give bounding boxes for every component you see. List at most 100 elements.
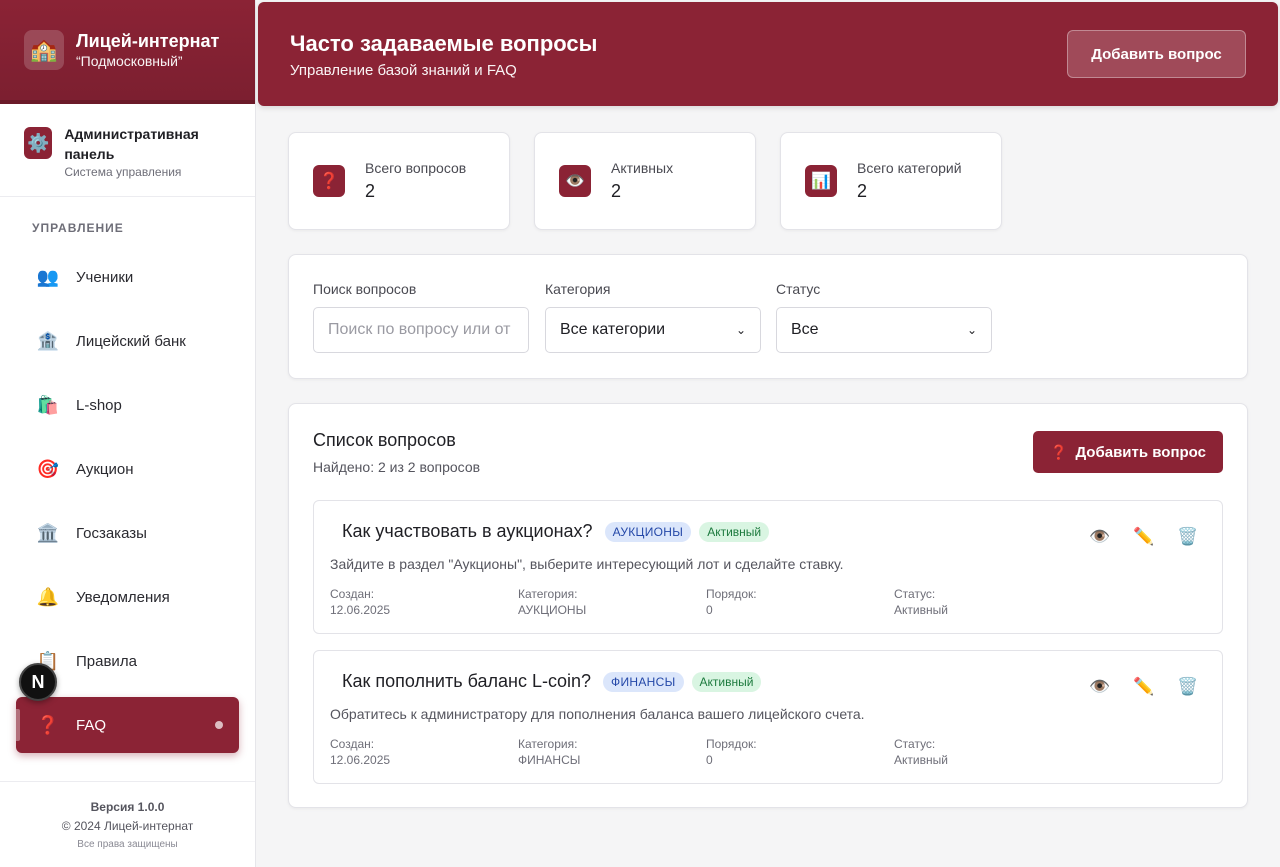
meta-value: 12.06.2025 xyxy=(330,603,391,617)
meta-label: Статус: xyxy=(894,737,936,751)
meta-category: Категория: ФИНАНСЫ xyxy=(518,736,580,768)
sidebar-item-gov-orders[interactable]: 🏛️ Госзаказы xyxy=(16,505,239,561)
sidebar-item-l-shop[interactable]: 🛍️ L-shop xyxy=(16,377,239,433)
question-icon: ❓ xyxy=(1050,443,1068,460)
meta-status: Статус: Активный xyxy=(894,586,948,618)
add-question-button[interactable]: ❓ Добавить вопрос xyxy=(1033,431,1223,473)
rights-text: Все права защищены xyxy=(77,839,178,850)
meta-order: Порядок: 0 xyxy=(706,736,757,768)
sidebar-item-label: FAQ xyxy=(76,716,107,734)
page-title: Часто задаваемые вопросы xyxy=(290,30,598,56)
status-badge: Активный xyxy=(699,521,770,542)
question-answer: Зайдите в раздел "Аукционы", выберите ин… xyxy=(330,556,844,572)
eye-icon[interactable]: 👁️ xyxy=(1088,525,1112,549)
status-select[interactable]: Все ⌄ xyxy=(776,307,992,353)
sidebar-item-label: Правила xyxy=(76,652,137,670)
sidebar-item-faq[interactable]: ❓ FAQ xyxy=(16,697,239,753)
users-icon: 👥 xyxy=(36,266,60,287)
status-label: Статус xyxy=(776,281,821,297)
dev-tools-n-button[interactable]: N xyxy=(19,663,57,701)
search-label: Поиск вопросов xyxy=(313,281,417,297)
category-select[interactable]: Все категории ⌄ xyxy=(545,307,761,353)
search-input[interactable]: Поиск по вопросу или от xyxy=(313,307,529,353)
sidebar-item-label: Аукцион xyxy=(76,460,134,478)
question-icon: ❓ xyxy=(313,165,345,197)
nav-section-label: УПРАВЛЕНИЕ xyxy=(32,221,124,235)
sidebar-item-auction[interactable]: 🎯 Аукцион xyxy=(16,441,239,497)
filters-panel: Поиск вопросов Поиск по вопросу или от К… xyxy=(288,254,1248,379)
status-badge: Активный xyxy=(691,671,762,692)
category-select-value: Все категории xyxy=(560,321,666,338)
stat-card-active: 👁️ Активных 2 xyxy=(534,132,756,230)
bell-icon: 🔔 xyxy=(36,586,60,607)
brand-title: Лицей-интернат xyxy=(76,31,220,51)
page-subtitle: Управление базой знаний и FAQ xyxy=(290,61,517,79)
stat-card-categories: 📊 Всего категорий 2 xyxy=(780,132,1002,230)
chart-icon: 📊 xyxy=(805,165,837,197)
stat-value: 2 xyxy=(611,181,622,201)
question-card: Как пополнить баланс L-coin? ФИНАНСЫ Акт… xyxy=(313,650,1223,784)
meta-value: 12.06.2025 xyxy=(330,753,391,767)
meta-label: Порядок: xyxy=(706,737,757,751)
sidebar-item-label: Уведомления xyxy=(76,588,170,606)
meta-value: ФИНАНСЫ xyxy=(518,753,581,767)
list-found-count: Найдено: 2 из 2 вопросов xyxy=(313,459,481,475)
eye-icon[interactable]: 👁️ xyxy=(1088,675,1112,699)
bank-icon: 🏦 xyxy=(36,330,60,351)
meta-label: Создан: xyxy=(330,587,375,601)
meta-label: Создан: xyxy=(330,737,375,751)
sidebar: 🏫 Лицей-интернат “Подмосковный” ⚙️ Админ… xyxy=(0,0,256,867)
admin-panel-info: ⚙️ Административная панель Система управ… xyxy=(0,104,255,197)
trash-icon[interactable]: 🗑️ xyxy=(1176,525,1200,549)
eye-icon: 👁️ xyxy=(559,165,591,197)
sidebar-item-notifications[interactable]: 🔔 Уведомления xyxy=(16,569,239,625)
chevron-down-icon: ⌄ xyxy=(735,323,746,337)
meta-value: АУКЦИОНЫ xyxy=(518,603,587,617)
gear-icon: ⚙️ xyxy=(24,127,53,159)
admin-subtitle: Система управления xyxy=(64,165,182,179)
sidebar-item-label: Госзаказы xyxy=(76,524,147,542)
sidebar-item-label: L-shop xyxy=(76,396,122,414)
brand-subtitle: “Подмосковный” xyxy=(76,53,183,69)
meta-value: 0 xyxy=(706,603,713,617)
sidebar-item-bank[interactable]: 🏦 Лицейский банк xyxy=(16,313,239,369)
question-icon: ❓ xyxy=(36,714,60,735)
pencil-icon[interactable]: ✏️ xyxy=(1132,525,1156,549)
sidebar-footer: Версия 1.0.0 © 2024 Лицей-интернат Все п… xyxy=(0,781,255,867)
category-label: Категория xyxy=(545,281,611,297)
stat-card-total-questions: ❓ Всего вопросов 2 xyxy=(288,132,510,230)
sidebar-item-label: Ученики xyxy=(76,268,134,286)
sidebar-item-students[interactable]: 👥 Ученики xyxy=(16,249,239,305)
trash-icon[interactable]: 🗑️ xyxy=(1176,675,1200,699)
add-question-label: Добавить вопрос xyxy=(1075,443,1206,461)
meta-label: Порядок: xyxy=(706,587,757,601)
stat-label: Активных xyxy=(611,160,674,176)
status-select-value: Все xyxy=(791,321,819,338)
stat-value: 2 xyxy=(365,181,376,201)
sidebar-item-label: Лицейский банк xyxy=(76,332,186,350)
meta-status: Статус: Активный xyxy=(894,736,948,768)
question-title: Как участвовать в аукционах? xyxy=(342,521,593,541)
category-badge: ФИНАНСЫ xyxy=(603,671,684,692)
meta-created: Создан: 12.06.2025 xyxy=(330,736,390,768)
government-building-icon: 🏛️ xyxy=(36,522,60,543)
question-answer: Обратитесь к администратору для пополнен… xyxy=(330,706,865,722)
version-text: Версия 1.0.0 xyxy=(90,800,165,814)
school-icon: 🏫 xyxy=(24,30,64,70)
meta-label: Категория: xyxy=(518,737,578,751)
chevron-down-icon: ⌄ xyxy=(966,323,977,337)
category-badge: АУКЦИОНЫ xyxy=(604,521,692,542)
meta-order: Порядок: 0 xyxy=(706,586,757,618)
meta-label: Категория: xyxy=(518,587,578,601)
question-card: Как участвовать в аукционах? АУКЦИОНЫ Ак… xyxy=(313,500,1223,634)
meta-label: Статус: xyxy=(894,587,936,601)
header-add-question-button[interactable]: Добавить вопрос xyxy=(1067,30,1246,78)
questions-list-panel: Список вопросов Найдено: 2 из 2 вопросов… xyxy=(288,403,1248,808)
meta-created: Создан: 12.06.2025 xyxy=(330,586,390,618)
admin-title: Административная панель xyxy=(64,126,199,162)
pencil-icon[interactable]: ✏️ xyxy=(1132,675,1156,699)
stat-label: Всего категорий xyxy=(857,160,962,176)
brand-header[interactable]: 🏫 Лицей-интернат “Подмосковный” xyxy=(0,0,255,104)
active-indicator-dot xyxy=(215,721,223,729)
stat-value: 2 xyxy=(857,181,868,201)
